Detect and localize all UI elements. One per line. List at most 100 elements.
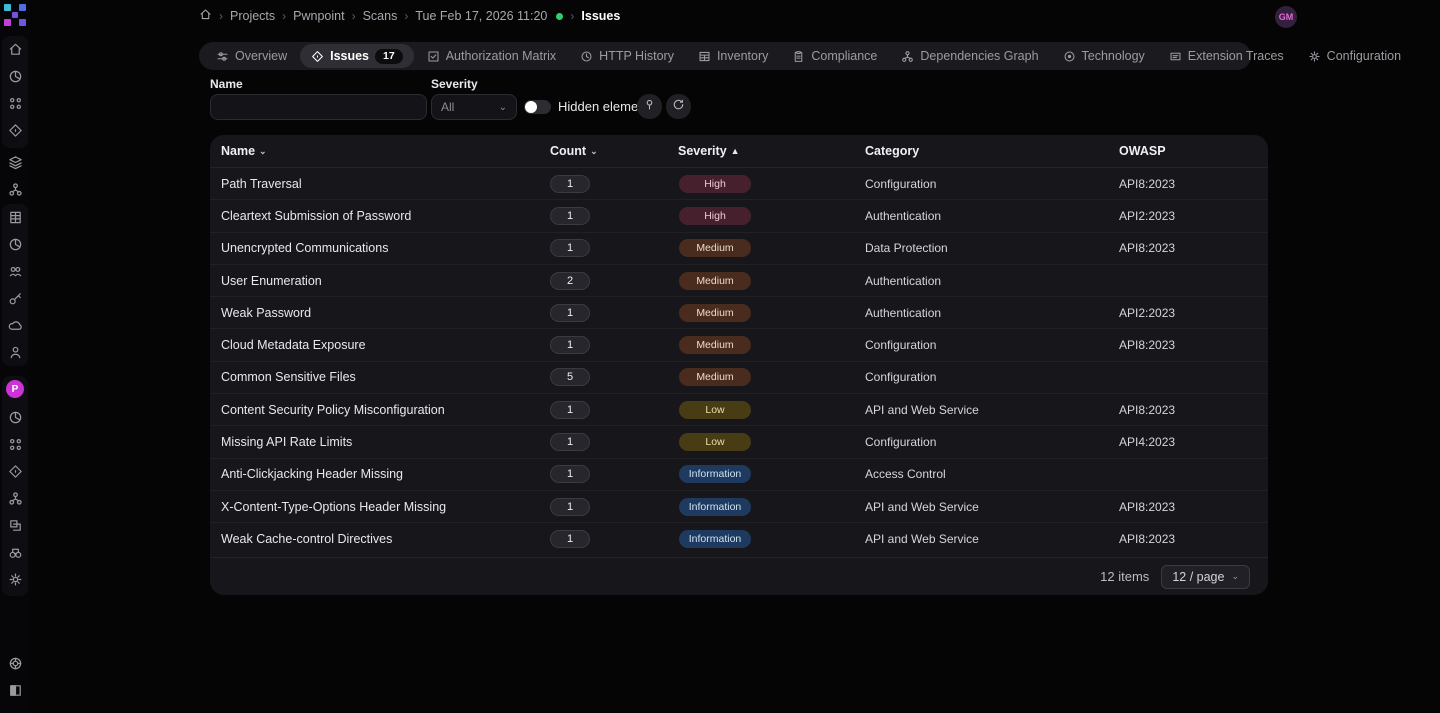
- issue-name: Common Sensitive Files: [210, 370, 500, 384]
- tab-http-history[interactable]: HTTP History: [569, 44, 685, 68]
- breadcrumb-item[interactable]: Pwnpoint: [293, 9, 344, 23]
- left-sidebar: P: [0, 0, 30, 713]
- table-row[interactable]: Anti-Clickjacking Header Missing 1 Infor…: [210, 459, 1268, 491]
- table-row[interactable]: Path Traversal 1 High Configuration API8…: [210, 168, 1268, 200]
- sidebar-item-diamond[interactable]: [0, 460, 30, 482]
- sidebar-item-binoculars[interactable]: [0, 541, 30, 563]
- sort-chevron-icon: ⌄: [259, 146, 267, 157]
- tab-configuration[interactable]: Configuration: [1297, 44, 1412, 68]
- tab-technology[interactable]: Technology: [1052, 44, 1156, 68]
- issue-category: Configuration: [790, 177, 1115, 191]
- table-row[interactable]: Common Sensitive Files 5 Medium Configur…: [210, 362, 1268, 394]
- table-row[interactable]: Weak Cache-control Directives 1 Informat…: [210, 523, 1268, 555]
- column-header-name[interactable]: Name⌄: [210, 144, 500, 158]
- column-label: Category: [865, 144, 919, 158]
- table-row[interactable]: User Enumeration 2 Medium Authentication: [210, 265, 1268, 297]
- page-size-select[interactable]: 12 / page ⌄: [1161, 565, 1250, 589]
- issue-category: Configuration: [790, 370, 1115, 384]
- chevron-down-icon: ⌄: [1231, 571, 1239, 582]
- table-row[interactable]: Missing API Rate Limits 1 Low Configurat…: [210, 426, 1268, 458]
- issue-count-badge: 1: [550, 433, 590, 451]
- tab-label: Extension Traces: [1188, 49, 1284, 63]
- hidden-elements-toggle[interactable]: [524, 100, 551, 114]
- avatar[interactable]: GM: [1275, 6, 1297, 28]
- sitemap-icon: [901, 50, 914, 63]
- tab-compliance[interactable]: Compliance: [781, 44, 888, 68]
- project-badge[interactable]: P: [6, 380, 24, 398]
- table-row[interactable]: X-Content-Type-Options Header Missing 1 …: [210, 491, 1268, 523]
- tab-issues[interactable]: Issues 17: [300, 44, 414, 68]
- issue-category: API and Web Service: [790, 532, 1115, 546]
- logo-cell: [4, 4, 11, 11]
- table-row[interactable]: Content Security Policy Misconfiguration…: [210, 394, 1268, 426]
- table-row[interactable]: Weak Password 1 Medium Authentication AP…: [210, 297, 1268, 329]
- logo-cell: [4, 12, 11, 19]
- issue-name: Anti-Clickjacking Header Missing: [210, 467, 500, 481]
- sidebar-item-sitemap[interactable]: [0, 487, 30, 509]
- severity-select[interactable]: All ⌄: [431, 94, 517, 120]
- severity-badge: High: [679, 207, 751, 225]
- issue-name: X-Content-Type-Options Header Missing: [210, 500, 500, 514]
- severity-badge: Medium: [679, 368, 751, 386]
- issue-name: Unencrypted Communications: [210, 241, 500, 255]
- sidebar-item-sitemap[interactable]: [0, 178, 30, 200]
- page-size-value: 12 / page: [1172, 570, 1224, 584]
- tab-dependencies-graph[interactable]: Dependencies Graph: [890, 44, 1049, 68]
- tab-overview[interactable]: Overview: [205, 44, 298, 68]
- sidebar-item-layers[interactable]: [0, 151, 30, 173]
- tab-inventory[interactable]: Inventory: [687, 44, 779, 68]
- table-row[interactable]: Unencrypted Communications 1 Medium Data…: [210, 233, 1268, 265]
- sidebar-item-lifebuoy[interactable]: [0, 652, 30, 674]
- severity-badge: Low: [679, 401, 751, 419]
- tab-extension-traces[interactable]: Extension Traces: [1158, 44, 1295, 68]
- pin-button[interactable]: [637, 94, 662, 119]
- refresh-icon: [672, 98, 685, 116]
- breadcrumb-item[interactable]: Issues: [581, 9, 620, 23]
- breadcrumb-bar: ›Projects›Pwnpoint›Scans›Tue Feb 17, 202…: [199, 0, 1274, 32]
- sidebar-item-cloud[interactable]: [0, 314, 30, 336]
- column-header-count[interactable]: Count⌄: [500, 144, 640, 158]
- sidebar-item-pie-chart[interactable]: [0, 406, 30, 428]
- breadcrumb-item[interactable]: Scans: [363, 9, 398, 23]
- sidebar-item-pie-chart[interactable]: [0, 233, 30, 255]
- sidebar-item-home[interactable]: [0, 38, 30, 60]
- issue-name: User Enumeration: [210, 274, 500, 288]
- issue-category: Access Control: [790, 467, 1115, 481]
- issue-count-badge: 1: [550, 239, 590, 257]
- logo-cell: [4, 19, 11, 26]
- table-row[interactable]: Cloud Metadata Exposure 1 Medium Configu…: [210, 329, 1268, 361]
- sidebar-item-key[interactable]: [0, 287, 30, 309]
- sidebar-item-grid[interactable]: [0, 206, 30, 228]
- table-row[interactable]: Cleartext Submission of Password 1 High …: [210, 200, 1268, 232]
- breadcrumb-separator: ›: [352, 9, 356, 23]
- refresh-button[interactable]: [666, 94, 691, 119]
- sidebar-item-diamond[interactable]: [0, 119, 30, 141]
- sidebar-item-users[interactable]: [0, 260, 30, 282]
- sidebar-item-tags[interactable]: [0, 514, 30, 536]
- tab-label: Technology: [1082, 49, 1145, 63]
- tab-label: Overview: [235, 49, 287, 63]
- column-header-owasp[interactable]: OWASP: [1115, 144, 1268, 158]
- sidebar-item-person[interactable]: [0, 341, 30, 363]
- sidebar-item-nodes[interactable]: [0, 92, 30, 114]
- sidebar-item-pie-chart[interactable]: [0, 65, 30, 87]
- sidebar-item-gear[interactable]: [0, 568, 30, 590]
- issue-count-badge: 2: [550, 272, 590, 290]
- sort-chevron-icon: ⌄: [590, 146, 598, 157]
- severity-badge: Information: [679, 465, 752, 483]
- tab-label: Issues: [330, 49, 369, 63]
- breadcrumb-item[interactable]: Tue Feb 17, 2026 11:20: [415, 9, 547, 23]
- sliders-icon: [216, 50, 229, 63]
- home-icon[interactable]: [199, 8, 212, 24]
- app-logo[interactable]: [4, 4, 26, 26]
- tab-count-badge: 17: [375, 49, 403, 64]
- tab-authorization-matrix[interactable]: Authorization Matrix: [416, 44, 567, 68]
- table-icon: [698, 50, 711, 63]
- column-header-category[interactable]: Category: [790, 144, 1115, 158]
- name-filter-input[interactable]: [210, 94, 427, 120]
- issue-count-badge: 1: [550, 401, 590, 419]
- sidebar-item-contrast[interactable]: [0, 679, 30, 701]
- column-header-severity[interactable]: Severity▲: [640, 144, 790, 158]
- breadcrumb-item[interactable]: Projects: [230, 9, 275, 23]
- sidebar-item-nodes[interactable]: [0, 433, 30, 455]
